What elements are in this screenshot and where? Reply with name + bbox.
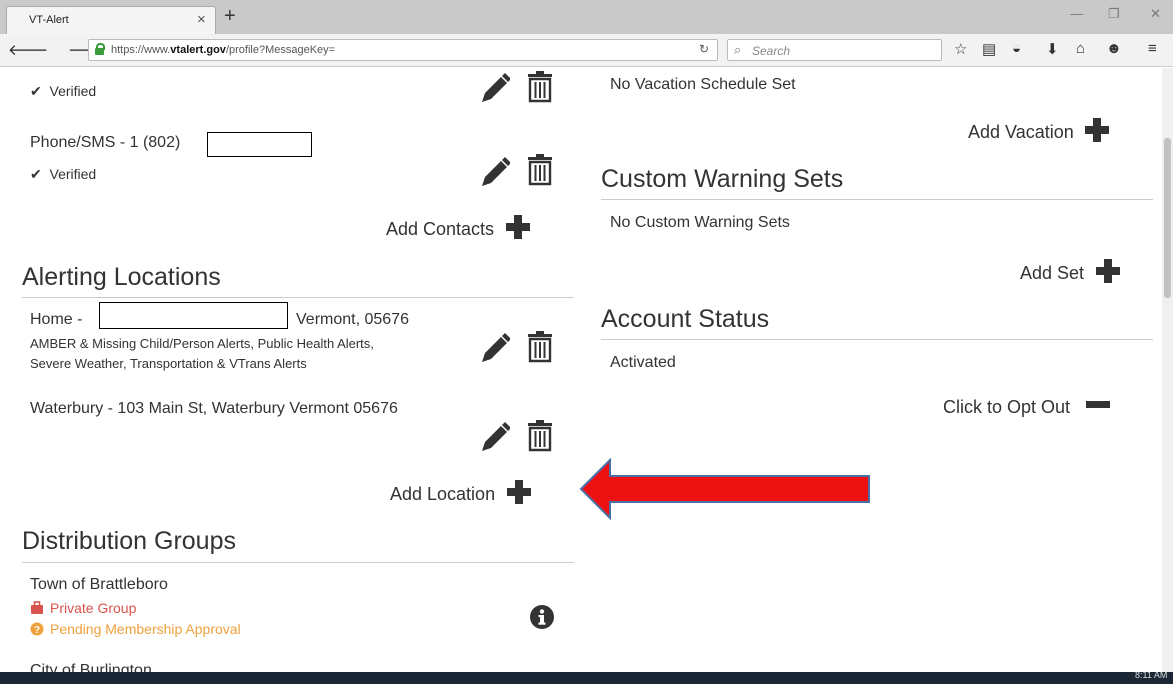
contact-verified-status: ✔ Verified (30, 166, 97, 182)
plus-icon (1085, 118, 1110, 142)
tab-bar: VT-Alert × + — ❐ ✕ (0, 0, 1173, 34)
window-close-icon[interactable]: ✕ (1150, 6, 1161, 22)
page-content: ✔ Verified Phone/SMS - 1 (802) ✔ Verifie… (0, 68, 1162, 672)
edit-pencil-icon[interactable] (478, 154, 510, 190)
group-name: City of Burlington (30, 662, 152, 672)
add-contacts-label: Add Contacts (386, 219, 495, 239)
taskbar-clock: 8:11 AM (1135, 672, 1168, 680)
browser-tab-vt-alert[interactable]: VT-Alert × (6, 6, 216, 34)
custom-warning-sets-empty-text: No Custom Warning Sets (610, 214, 790, 231)
plus-icon (506, 480, 531, 504)
scrollbar-thumb[interactable] (1164, 138, 1171, 298)
delete-trash-icon[interactable] (527, 331, 553, 363)
home-icon[interactable]: ⌂ (1076, 40, 1085, 57)
location-home-name: Home - (30, 311, 83, 328)
plus-icon (505, 215, 530, 239)
navigation-bar: 🡐 🡒 https://www.vtalert.gov/profile?Mess… (0, 34, 1173, 67)
edit-pencil-icon[interactable] (478, 70, 510, 106)
search-box[interactable]: ⌕ Search (727, 39, 942, 61)
tab-close-icon[interactable]: × (197, 11, 206, 28)
edit-pencil-icon[interactable] (478, 330, 510, 366)
location-home-address: Vermont, 05676 (296, 311, 409, 328)
annotation-arrow-icon (579, 458, 870, 520)
url-text: https://www.vtalert.gov/profile?MessageK… (111, 44, 336, 56)
distribution-groups-heading: Distribution Groups (22, 527, 236, 555)
redacted-phone-box (207, 132, 312, 157)
edit-pencil-icon[interactable] (478, 419, 510, 455)
info-icon[interactable] (529, 604, 555, 630)
add-contacts-button[interactable]: Add Contacts (386, 214, 531, 240)
reading-list-icon[interactable]: ▤ (982, 40, 996, 58)
location-home-alerts-line1: AMBER & Missing Child/Person Alerts, Pub… (30, 336, 374, 351)
vertical-scrollbar[interactable] (1162, 68, 1173, 672)
group-name: Town of Brattleboro (30, 576, 168, 593)
redacted-address-box (99, 302, 288, 329)
contact-phone-label: Phone/SMS - 1 (802) (30, 134, 181, 151)
os-taskbar: 8:11 AM (0, 672, 1173, 684)
restore-icon[interactable]: ❐ (1108, 6, 1120, 22)
alerting-locations-heading: Alerting Locations (22, 263, 221, 291)
download-icon[interactable]: ⬇ (1046, 40, 1059, 58)
section-divider (22, 562, 574, 563)
add-location-label: Add Location (390, 484, 496, 504)
minimize-icon[interactable]: — (1070, 6, 1083, 21)
menu-icon[interactable]: ≡ (1148, 40, 1157, 57)
pocket-icon[interactable]: ◒ (1012, 40, 1021, 57)
bookmark-star-icon[interactable]: ☆ (954, 40, 967, 58)
section-divider (22, 297, 574, 298)
account-status-value: Activated (610, 354, 676, 371)
new-tab-icon[interactable]: + (224, 5, 236, 28)
briefcase-icon (31, 601, 43, 614)
add-set-button[interactable]: Add Set (1020, 258, 1121, 284)
private-group-badge: Private Group (30, 600, 136, 616)
opt-out-label: Click to Opt Out (943, 397, 1071, 417)
section-divider (601, 339, 1153, 340)
custom-warning-sets-heading: Custom Warning Sets (601, 165, 844, 193)
minus-icon (1085, 401, 1110, 408)
question-circle-icon: ? (30, 622, 44, 636)
tab-title: VT-Alert (29, 14, 69, 26)
add-location-button[interactable]: Add Location (390, 479, 532, 505)
address-bar[interactable]: https://www.vtalert.gov/profile?MessageK… (88, 39, 718, 61)
chat-icon[interactable]: ☻ (1106, 40, 1122, 57)
delete-trash-icon[interactable] (527, 420, 553, 452)
reload-icon[interactable]: ↻ (699, 42, 709, 56)
search-placeholder: Search (752, 44, 791, 58)
location-waterbury-name: Waterbury - 103 Main St, Waterbury Vermo… (30, 400, 398, 417)
add-set-label: Add Set (1020, 263, 1085, 283)
plus-icon (1095, 259, 1120, 283)
vacation-empty-text: No Vacation Schedule Set (610, 76, 796, 93)
add-vacation-button[interactable]: Add Vacation (968, 117, 1110, 143)
opt-out-button[interactable]: Click to Opt Out (943, 397, 1111, 418)
contact-verified-status: ✔ Verified (30, 83, 97, 99)
delete-trash-icon[interactable] (527, 154, 553, 186)
pending-approval-status: ? Pending Membership Approval (30, 621, 241, 637)
section-divider (601, 199, 1153, 200)
account-status-heading: Account Status (601, 305, 770, 333)
search-icon: ⌕ (734, 42, 742, 57)
add-vacation-label: Add Vacation (968, 122, 1074, 142)
location-home-alerts-line2: Severe Weather, Transportation & VTrans … (30, 356, 307, 371)
lock-icon (95, 43, 105, 55)
delete-trash-icon[interactable] (527, 71, 553, 103)
svg-text:?: ? (34, 625, 40, 636)
back-icon[interactable]: 🡐 (8, 40, 48, 59)
